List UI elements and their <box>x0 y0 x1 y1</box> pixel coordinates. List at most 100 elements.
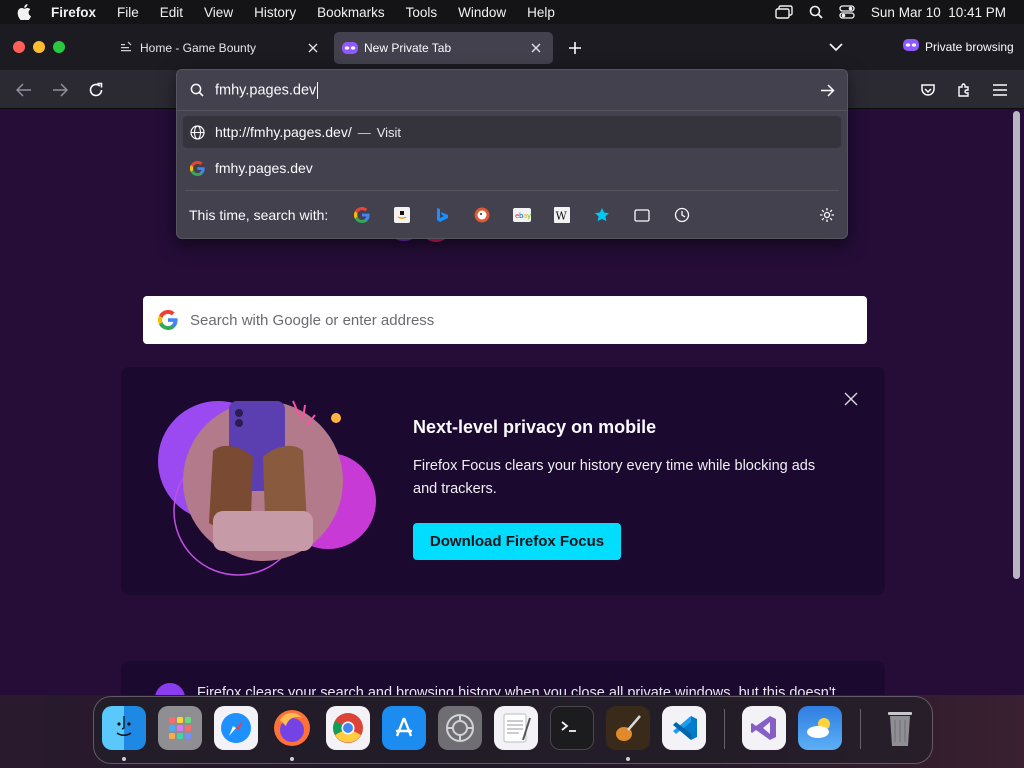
minimize-window-button[interactable] <box>33 41 45 53</box>
search-with-label: This time, search with: <box>189 207 329 223</box>
focus-promo-card: Next-level privacy on mobile Firefox Foc… <box>121 367 885 595</box>
result-search-text: fmhy.pages.dev <box>215 160 313 176</box>
visual-studio-icon[interactable] <box>742 706 786 750</box>
menu-tools[interactable]: Tools <box>406 5 438 20</box>
terminal-icon[interactable] <box>550 706 594 750</box>
tab-label: Home - Game Bounty <box>140 41 257 55</box>
private-mask-icon <box>155 683 185 695</box>
dock <box>93 696 933 764</box>
menu-bookmarks[interactable]: Bookmarks <box>317 5 385 20</box>
ebay-icon[interactable]: ebay <box>502 201 542 229</box>
launchpad-icon[interactable] <box>158 706 202 750</box>
menu-app-name[interactable]: Firefox <box>51 5 96 20</box>
menu-file[interactable]: File <box>117 5 139 20</box>
search-icon <box>189 82 205 98</box>
amazon-icon[interactable] <box>382 201 422 229</box>
google-icon <box>189 160 205 176</box>
control-center-icon[interactable] <box>839 5 855 19</box>
private-mask-icon <box>903 39 919 54</box>
menu-clock[interactable]: Sun Mar 10 10:41 PM <box>871 5 1006 20</box>
screen-mirroring-icon[interactable] <box>775 5 793 19</box>
running-indicator <box>626 757 630 761</box>
chevron-down-icon[interactable] <box>828 39 844 55</box>
url-input-value[interactable]: fmhy.pages.dev <box>215 81 319 99</box>
hamburger-menu-icon[interactable] <box>991 81 1009 99</box>
safari-icon[interactable] <box>214 706 258 750</box>
result-visit-url[interactable]: http://fmhy.pages.dev/ — Visit <box>183 116 841 148</box>
window-controls <box>13 41 65 53</box>
dock-separator <box>724 709 725 749</box>
close-icon[interactable] <box>528 40 544 56</box>
wikipedia-icon[interactable]: W <box>542 201 582 229</box>
tab-new-private-tab[interactable]: New Private Tab <box>334 32 553 64</box>
private-mask-icon <box>342 40 358 56</box>
system-settings-icon[interactable] <box>438 706 482 750</box>
extensions-puzzle-icon[interactable] <box>955 81 973 99</box>
duckduckgo-icon[interactable] <box>462 201 502 229</box>
private-info-text: Firefox clears your search and browsing … <box>197 685 836 695</box>
svg-text:y: y <box>527 212 531 220</box>
urlbar-dropdown: fmhy.pages.dev http://fmhy.pages.dev/ — … <box>176 69 848 239</box>
vscode-icon[interactable] <box>662 706 706 750</box>
download-firefox-focus-button[interactable]: Download Firefox Focus <box>413 523 621 560</box>
result-separator: — <box>357 124 371 140</box>
forward-arrow-icon[interactable] <box>51 81 69 99</box>
chrome-icon[interactable] <box>326 706 370 750</box>
private-info-banner: Firefox clears your search and browsing … <box>121 661 885 695</box>
close-window-button[interactable] <box>13 41 25 53</box>
private-browsing-indicator: Private browsing <box>903 39 1014 54</box>
promo-title: Next-level privacy on mobile <box>413 417 657 437</box>
one-off-search-bar: This time, search with: ebay W <box>189 201 834 229</box>
search-placeholder: Search with Google or enter address <box>190 311 435 329</box>
zoom-window-button[interactable] <box>53 41 65 53</box>
menu-help[interactable]: Help <box>527 5 555 20</box>
back-arrow-icon[interactable] <box>15 81 33 99</box>
close-icon[interactable] <box>305 40 321 56</box>
running-indicator <box>122 757 126 761</box>
tab-strip: Home - Game Bounty New Private Tab Priva… <box>0 24 1024 70</box>
close-icon[interactable] <box>843 391 859 407</box>
garageband-icon[interactable] <box>606 706 650 750</box>
trash-icon[interactable] <box>878 706 922 750</box>
apple-logo-icon[interactable] <box>17 4 39 20</box>
page-icon <box>118 40 134 56</box>
bookmarks-star-icon[interactable] <box>582 201 622 229</box>
weather-icon[interactable] <box>798 706 842 750</box>
finder-icon[interactable] <box>102 706 146 750</box>
gear-icon[interactable] <box>819 207 835 223</box>
reload-icon[interactable] <box>87 81 105 99</box>
menu-bar: Firefox File Edit View History Bookmarks… <box>0 0 1024 24</box>
tab-home-game-bounty[interactable]: Home - Game Bounty <box>110 32 330 64</box>
google-icon <box>158 310 178 330</box>
tabs-icon[interactable] <box>622 201 662 229</box>
new-tab-plus-icon[interactable] <box>566 39 584 57</box>
page-search-box[interactable]: Search with Google or enter address <box>143 296 867 344</box>
pocket-icon[interactable] <box>919 81 937 99</box>
private-browsing-label: Private browsing <box>925 39 1014 54</box>
globe-icon <box>189 124 205 140</box>
svg-text:W: W <box>556 210 568 223</box>
page-scrollbar[interactable] <box>1013 111 1020 579</box>
running-indicator <box>290 757 294 761</box>
spotlight-search-icon[interactable] <box>809 5 823 19</box>
result-action: Visit <box>376 124 402 140</box>
result-url-text: http://fmhy.pages.dev/ <box>215 124 352 140</box>
url-input[interactable]: fmhy.pages.dev <box>177 70 847 110</box>
menu-view[interactable]: View <box>204 5 233 20</box>
menu-window[interactable]: Window <box>458 5 506 20</box>
google-icon[interactable] <box>342 201 382 229</box>
go-arrow-icon[interactable] <box>819 82 835 98</box>
divider <box>185 190 839 191</box>
bing-icon[interactable] <box>422 201 462 229</box>
textedit-icon[interactable] <box>494 706 538 750</box>
divider <box>177 110 847 111</box>
menu-edit[interactable]: Edit <box>160 5 183 20</box>
history-icon[interactable] <box>662 201 702 229</box>
menu-history[interactable]: History <box>254 5 296 20</box>
promo-description: Firefox Focus clears your history every … <box>413 458 816 497</box>
tab-label: New Private Tab <box>364 41 452 55</box>
app-store-icon[interactable] <box>382 706 426 750</box>
firefox-icon[interactable] <box>270 706 314 750</box>
result-google-search[interactable]: fmhy.pages.dev <box>183 152 841 184</box>
dock-separator <box>860 709 861 749</box>
